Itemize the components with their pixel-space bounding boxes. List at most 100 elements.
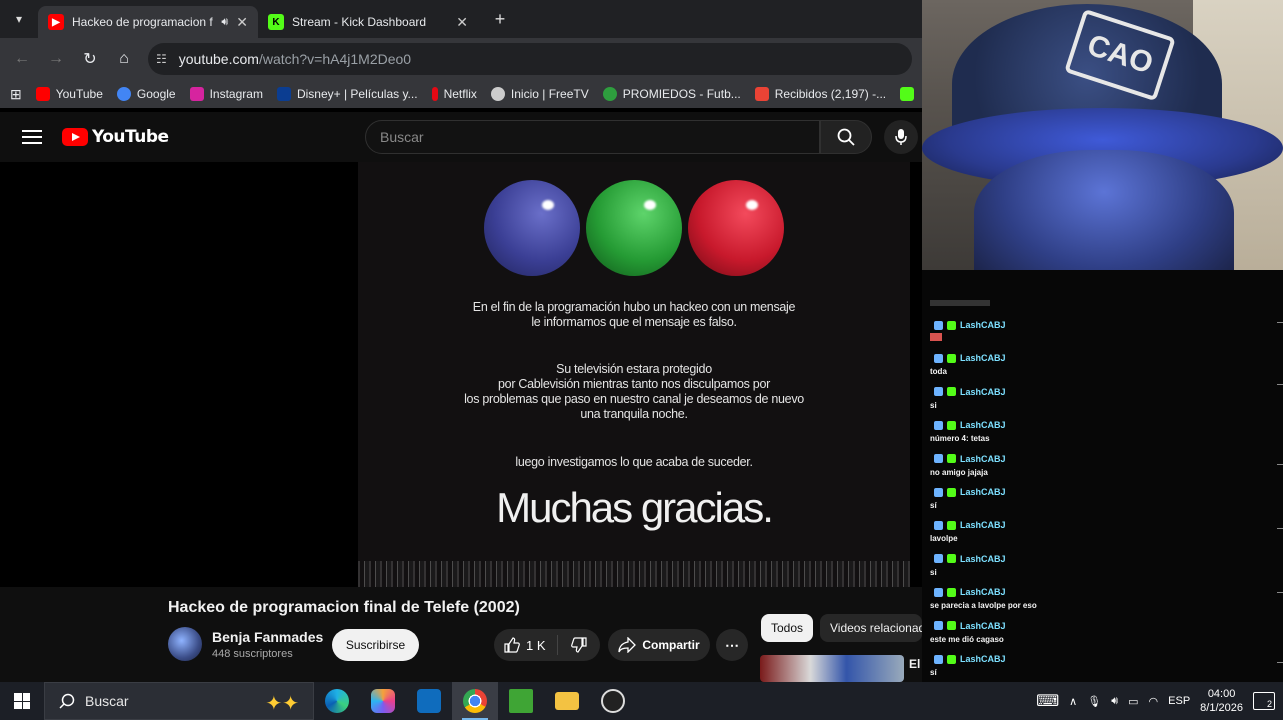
- chat-username[interactable]: LashCABJ: [960, 320, 1006, 330]
- tab-search-dropdown-icon[interactable]: ▾: [4, 4, 34, 34]
- related-video-thumbnail[interactable]: [760, 655, 904, 682]
- apps-grid-icon[interactable]: ⊞: [10, 86, 22, 103]
- bookmark-label: Netflix: [443, 87, 477, 101]
- taskbar-minecraft[interactable]: [498, 682, 544, 720]
- youtube-icon: [35, 87, 50, 101]
- tab-kick[interactable]: K Stream - Kick Dashboard ✕: [258, 6, 478, 38]
- new-tab-button[interactable]: +: [486, 5, 514, 33]
- share-button[interactable]: Compartir: [608, 629, 710, 661]
- taskbar-search[interactable]: Buscar ✦✦: [44, 682, 314, 720]
- chat-text: sí: [930, 668, 937, 677]
- channel-name[interactable]: Benja Fanmades: [212, 629, 323, 645]
- taskbar-edge[interactable]: [314, 682, 360, 720]
- bookmark-netflix[interactable]: Netflix: [431, 87, 477, 101]
- folder-icon: [555, 692, 579, 710]
- chat-user-line: LashCABJ: [934, 387, 1250, 397]
- youtube-icon: ▶: [48, 14, 64, 30]
- thumbs-up-icon: [504, 637, 520, 653]
- channel-avatar[interactable]: [168, 627, 202, 661]
- youtube-logo[interactable]: YouTube: [62, 127, 169, 147]
- chat-text: toda: [930, 367, 947, 377]
- bookmark-youtube[interactable]: YouTube: [35, 87, 103, 101]
- address-bar[interactable]: ☷ youtube.com/watch?v=hA4j1M2Deo0: [148, 43, 912, 75]
- microphone-icon[interactable]: 🎙︎: [1087, 695, 1101, 708]
- tab-youtube[interactable]: ▶ Hackeo de programacion fi 🔊︎ ✕: [38, 6, 258, 38]
- chat-username[interactable]: LashCABJ: [960, 554, 1006, 564]
- bookmark-promiedos[interactable]: PROMIEDOS - Futb...: [602, 87, 741, 101]
- sparkle-icon: ✦✦: [265, 693, 299, 715]
- related-video-title[interactable]: El i: [909, 657, 922, 671]
- green-sphere: [586, 180, 682, 276]
- chat-message: LashCABJ si: [930, 387, 1250, 410]
- battery-icon[interactable]: ▭: [1128, 695, 1138, 708]
- subscribe-button[interactable]: Suscribirse: [332, 629, 419, 661]
- chat-username[interactable]: LashCABJ: [960, 454, 1006, 464]
- bookmark-freetv[interactable]: Inicio | FreeTV: [490, 87, 589, 101]
- chat-username[interactable]: LashCABJ: [960, 387, 1006, 397]
- speaker-icon[interactable]: 🔊︎: [221, 16, 228, 29]
- taskbar-copilot[interactable]: [360, 682, 406, 720]
- browser-tab-bar: ▾ ▶ Hackeo de programacion fi 🔊︎ ✕ K Str…: [0, 0, 922, 38]
- share-icon: [618, 637, 637, 653]
- site-settings-icon[interactable]: ☷: [156, 52, 167, 66]
- dislike-button[interactable]: [558, 637, 600, 653]
- taskbar-outlook[interactable]: [406, 682, 452, 720]
- clock[interactable]: 04:00 8/1/2026: [1200, 687, 1243, 715]
- gmail-icon: [754, 87, 769, 101]
- voice-search-button[interactable]: [884, 120, 918, 154]
- chat-username[interactable]: LashCABJ: [960, 621, 1006, 631]
- video-big-text: Muchas gracias.: [496, 484, 774, 531]
- chat-username[interactable]: LashCABJ: [960, 420, 1006, 430]
- close-tab-icon[interactable]: ✕: [456, 14, 468, 31]
- keyboard-icon[interactable]: ⌨: [1036, 691, 1059, 711]
- chat-message: LashCABJ no amigo jajaja: [930, 454, 1250, 477]
- chat-username[interactable]: LashCABJ: [960, 654, 1006, 664]
- subscriber-badge-icon: [947, 353, 956, 363]
- obs-icon: [601, 689, 625, 713]
- chat-scroll-marks: [1277, 310, 1283, 670]
- search-input[interactable]: Buscar: [365, 120, 820, 154]
- chevron-up-icon[interactable]: ∧: [1069, 695, 1077, 708]
- chip-all[interactable]: Todos: [761, 614, 814, 642]
- chat-text: número 4: tetas: [930, 434, 990, 444]
- home-icon[interactable]: ⌂: [110, 45, 138, 73]
- taskbar-file-explorer[interactable]: [544, 682, 590, 720]
- forward-arrow-icon[interactable]: →: [42, 45, 70, 73]
- wifi-icon[interactable]: ◠: [1149, 695, 1159, 708]
- taskbar-chrome[interactable]: [452, 682, 498, 720]
- taskbar-search-label: Buscar: [85, 693, 129, 709]
- chip-related[interactable]: Videos relacionados: [820, 614, 922, 642]
- chat-cutoff-line: [930, 300, 990, 306]
- volume-icon[interactable]: 🔊︎: [1111, 695, 1118, 708]
- language-indicator[interactable]: ESP: [1168, 695, 1190, 707]
- webcam-person: [974, 150, 1234, 270]
- youtube-logo-text: YouTube: [92, 127, 169, 147]
- back-arrow-icon[interactable]: ←: [8, 45, 36, 73]
- moderator-badge-icon: [934, 520, 943, 530]
- chat-username[interactable]: LashCABJ: [960, 587, 1006, 597]
- chat-username[interactable]: LashCABJ: [960, 487, 1006, 497]
- bookmark-gmail[interactable]: Recibidos (2,197) -...: [754, 87, 886, 101]
- more-actions-button[interactable]: ⋯: [716, 629, 748, 661]
- search-button[interactable]: [820, 120, 872, 154]
- bookmark-kick[interactable]: [900, 87, 915, 101]
- promiedos-icon: [602, 87, 617, 101]
- like-button[interactable]: 1 K: [494, 635, 558, 655]
- bookmark-label: YouTube: [55, 87, 103, 101]
- like-dislike-group: 1 K: [494, 629, 600, 661]
- video-player[interactable]: En el fin de la programación hubo un hac…: [0, 162, 922, 587]
- bookmark-google[interactable]: Google: [116, 87, 176, 101]
- close-tab-icon[interactable]: ✕: [236, 14, 248, 31]
- notifications-button[interactable]: 2: [1253, 692, 1275, 710]
- chat-username[interactable]: LashCABJ: [960, 353, 1006, 363]
- url-path: /watch?v=hA4j1M2Deo0: [258, 51, 412, 67]
- subscriber-badge-icon: [947, 621, 956, 631]
- reload-icon[interactable]: ↻: [76, 45, 104, 73]
- bookmark-label: Instagram: [209, 87, 263, 101]
- bookmark-disney[interactable]: Disney+ | Películas y...: [276, 87, 418, 101]
- start-button[interactable]: [0, 682, 44, 720]
- chat-username[interactable]: LashCABJ: [960, 520, 1006, 530]
- taskbar-obs[interactable]: [590, 682, 636, 720]
- hamburger-menu-icon[interactable]: [22, 130, 42, 144]
- bookmark-instagram[interactable]: Instagram: [189, 87, 263, 101]
